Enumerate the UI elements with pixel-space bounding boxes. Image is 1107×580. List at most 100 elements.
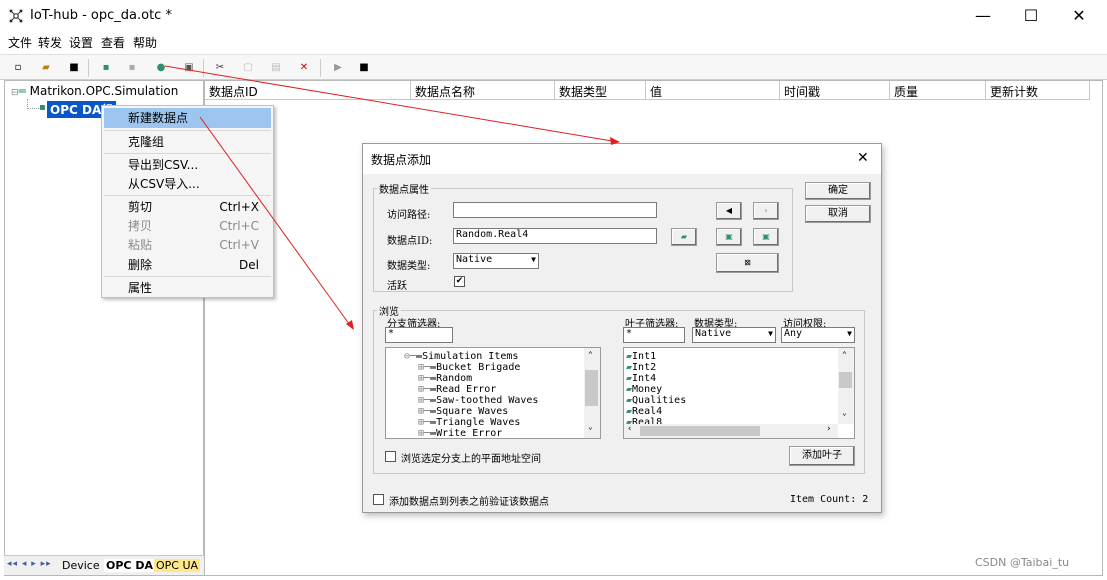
maximize-button[interactable]: ☐: [1016, 4, 1046, 28]
tree-item[interactable]: ⊞─▬Saw-toothed Waves: [404, 395, 538, 406]
branch-filter-input[interactable]: *: [385, 327, 453, 343]
arrow-right-icon: ›: [764, 206, 768, 215]
menu-item-new-tag[interactable]: 新建数据点: [104, 108, 271, 128]
folder-icon: ─▬: [424, 417, 437, 428]
menu-settings[interactable]: 设置: [69, 34, 93, 51]
tab-nav-arrows-icon[interactable]: ◂◂ ◂ ▸ ▸▸: [7, 559, 52, 569]
validate-checkbox[interactable]: [373, 494, 384, 505]
leaf-type-select[interactable]: Native ▼: [692, 327, 776, 343]
leaf-vscrollbar[interactable]: ⌃ ⌄: [838, 348, 854, 424]
branch-scrollbar[interactable]: ⌃ ⌄: [584, 348, 600, 438]
branch-tree[interactable]: ⊖─▬Simulation Items ⊞─▬Bucket Brigade ⊞─…: [385, 347, 601, 439]
tab-opc-da[interactable]: OPC DA: [104, 559, 155, 572]
close-button[interactable]: ✕: [1064, 4, 1094, 28]
column-header[interactable]: 数据类型: [555, 81, 646, 100]
menu-item-import-csv[interactable]: 从CSV导入...: [104, 174, 271, 194]
open-icon[interactable]: ▰: [38, 60, 54, 76]
menu-item-cut[interactable]: 剪切 Ctrl+X: [104, 197, 271, 217]
scroll-up-icon[interactable]: ⌃: [842, 350, 847, 359]
item-id-input[interactable]: Random.Real4: [453, 228, 657, 244]
shortcut-label: Del: [239, 258, 259, 272]
minimize-button[interactable]: —: [968, 4, 998, 28]
ok-button[interactable]: 确定: [805, 182, 871, 200]
save-icon[interactable]: ■: [66, 60, 82, 76]
nav-left-button[interactable]: ◀: [716, 202, 742, 220]
tree-item[interactable]: ⊞─▬Read Error: [404, 384, 538, 395]
validate-item-button[interactable]: ▰: [671, 228, 697, 246]
menu-item-copy[interactable]: 拷贝 Ctrl+C: [104, 216, 271, 236]
menu-item-delete[interactable]: 删除 Del: [104, 255, 271, 275]
list-item[interactable]: ▰Int4: [626, 373, 686, 384]
folder-icon: ─▬: [424, 428, 437, 439]
tree-item[interactable]: ⊞─▬Bucket Brigade: [404, 362, 538, 373]
delete-icon[interactable]: ✕: [296, 60, 312, 76]
stop-icon[interactable]: ■: [356, 60, 372, 76]
menu-item-paste[interactable]: 粘贴 Ctrl+V: [104, 235, 271, 255]
add-item-icon[interactable]: ●: [153, 60, 169, 76]
tab-opc-ua[interactable]: OPC UA: [154, 559, 201, 572]
column-header[interactable]: 数据点ID: [205, 81, 411, 100]
list-item[interactable]: ▰Money: [626, 384, 686, 395]
scroll-thumb[interactable]: [585, 370, 598, 406]
leaf-filter-input[interactable]: *: [623, 327, 685, 343]
tree-item[interactable]: ⊞─▬Square Waves: [404, 406, 538, 417]
tab-device[interactable]: Device: [62, 559, 100, 572]
scroll-down-icon[interactable]: ⌄: [842, 408, 847, 417]
column-header[interactable]: 时间戳: [780, 81, 890, 100]
menu-file[interactable]: 文件: [8, 34, 32, 51]
menu-help[interactable]: 帮助: [133, 34, 157, 51]
scroll-right-icon[interactable]: ›: [826, 424, 831, 434]
remove-button[interactable]: ⊠: [716, 253, 779, 273]
menu-item-label: 剪切: [128, 200, 153, 214]
copy-icon[interactable]: ▢: [240, 60, 256, 76]
dialog-close-button[interactable]: ✕: [857, 150, 869, 166]
menu-item-properties[interactable]: 属性: [104, 278, 271, 298]
tree-item[interactable]: ⊞─▬Write Error: [404, 428, 538, 439]
leaf-list[interactable]: ▰Int1 ▰Int2 ▰Int4 ▰Money ▰Qualities ▰Rea…: [623, 347, 855, 439]
leaf-hscrollbar[interactable]: ‹ ›: [624, 424, 838, 438]
toolbar-separator: [203, 59, 204, 77]
list-item[interactable]: ▰Real4: [626, 406, 686, 417]
nav-right-button[interactable]: ›: [753, 202, 779, 220]
access-path-input[interactable]: [453, 202, 657, 218]
menu-view[interactable]: 查看: [101, 34, 125, 51]
column-header[interactable]: 数据点名称: [411, 81, 555, 100]
add-button[interactable]: ▣: [716, 228, 742, 246]
active-checkbox[interactable]: ✔: [454, 276, 465, 287]
data-type-select[interactable]: Native ▼: [453, 253, 539, 269]
flat-browse-checkbox[interactable]: [385, 451, 396, 462]
menu-forward[interactable]: 转发: [38, 34, 62, 51]
tree-item[interactable]: ⊞─▬Random: [404, 373, 538, 384]
cancel-button[interactable]: 取消: [805, 205, 871, 223]
menu-item-export-csv[interactable]: 导出到CSV...: [104, 155, 271, 175]
scroll-thumb[interactable]: [839, 372, 852, 388]
list-item[interactable]: ▰Qualities: [626, 395, 686, 406]
add-tag-icon[interactable]: ▪: [98, 60, 114, 76]
tree-expander-icon[interactable]: ⊟: [11, 88, 19, 98]
edit-button[interactable]: ▣: [753, 228, 779, 246]
list-item[interactable]: ▰Int2: [626, 362, 686, 373]
paste-icon[interactable]: ▤: [268, 60, 284, 76]
leaf-label: Int4: [632, 373, 657, 384]
tree-root[interactable]: ⊟═ Matrikon.OPC.Simulation: [11, 84, 178, 98]
new-icon[interactable]: ▫: [10, 60, 26, 76]
menu-bar: 文件 转发 设置 查看 帮助: [0, 32, 1107, 52]
tree-item[interactable]: ⊖─▬Simulation Items: [404, 351, 538, 362]
column-header[interactable]: 值: [646, 81, 780, 100]
menu-item-clone-group[interactable]: 克隆组: [104, 132, 271, 152]
list-item[interactable]: ▰Int1: [626, 351, 686, 362]
cut-icon[interactable]: ✂: [212, 60, 228, 76]
tree-item[interactable]: ⊞─▬Triangle Waves: [404, 417, 538, 428]
access-rights-select[interactable]: Any ▼: [781, 327, 855, 343]
scroll-thumb[interactable]: [640, 426, 760, 436]
play-icon[interactable]: ▶: [330, 60, 346, 76]
column-header[interactable]: 质量: [890, 81, 986, 100]
add-leaf-button[interactable]: 添加叶子: [789, 446, 855, 466]
scroll-down-icon[interactable]: ⌄: [588, 422, 593, 431]
column-header[interactable]: 更新计数: [986, 81, 1090, 100]
scroll-up-icon[interactable]: ⌃: [588, 350, 593, 359]
properties-icon[interactable]: ▣: [181, 60, 197, 76]
edit-icon[interactable]: ▪: [124, 60, 140, 76]
context-menu: 新建数据点 克隆组 导出到CSV... 从CSV导入... 剪切 Ctrl+X …: [101, 105, 274, 298]
scroll-left-icon[interactable]: ‹: [627, 424, 632, 434]
